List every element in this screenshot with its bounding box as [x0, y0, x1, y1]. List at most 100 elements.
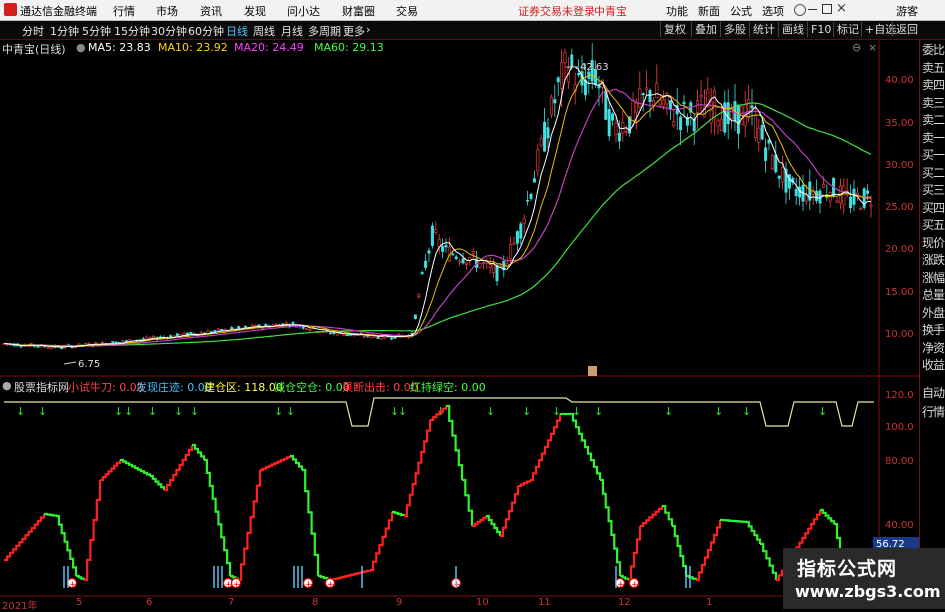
menu-discover[interactable]: 发现	[244, 3, 266, 19]
candle-body	[332, 332, 336, 334]
period-monthly[interactable]: 月线	[281, 23, 303, 39]
minimize-icon[interactable]	[808, 9, 817, 10]
period-5min[interactable]: 5分钟	[82, 23, 111, 39]
period-30min[interactable]: 30分钟	[151, 23, 187, 39]
panel-item[interactable]: 买三	[920, 182, 945, 199]
panel-item[interactable]: 卖五	[920, 60, 945, 77]
back-button[interactable]: 返回	[892, 22, 921, 37]
panel-item[interactable]: 买二	[920, 165, 945, 182]
panel-item[interactable]: 委比	[920, 42, 945, 59]
candle-body	[50, 346, 54, 349]
menu-formula[interactable]: 公式	[730, 3, 752, 19]
period-multi[interactable]: 多周期	[308, 23, 341, 39]
sell-arrow-icon: ↓	[124, 405, 133, 418]
sell-arrow-icon: ↓	[664, 405, 673, 418]
candle-body	[101, 341, 105, 344]
panel-item[interactable]: 净资	[920, 340, 945, 357]
panel-item[interactable]: 总量	[920, 287, 945, 304]
period-intraday[interactable]: 分时	[22, 23, 44, 39]
adjust-button[interactable]: 复权	[660, 22, 689, 37]
candle-body	[424, 260, 428, 268]
menu-ask[interactable]: 问小达	[287, 3, 320, 19]
panel-item[interactable]: 卖二	[920, 112, 945, 129]
menu-quotes[interactable]: 行情	[113, 3, 135, 19]
y-tick-30: 30.00	[885, 160, 914, 171]
sell-arrow-icon: ↓	[286, 405, 295, 418]
candle-body	[634, 102, 638, 113]
candle-body	[124, 340, 128, 342]
close-icon[interactable]: ×	[836, 1, 847, 16]
overlay-button[interactable]: 叠加	[691, 22, 720, 37]
candle-body	[764, 147, 768, 161]
panel-quotes[interactable]: 行情	[920, 403, 945, 422]
buy-signal-plus: +	[305, 580, 313, 590]
panel-item[interactable]: 现价	[920, 235, 945, 252]
candle-body	[549, 97, 553, 116]
panel-item[interactable]: 换手	[920, 322, 945, 339]
chevron-right-icon[interactable]: ›	[366, 23, 370, 36]
panel-item[interactable]: 买五	[920, 217, 945, 234]
candle-body	[118, 341, 122, 344]
period-15min[interactable]: 15分钟	[114, 23, 150, 39]
low-price-label: 6.75	[78, 359, 100, 370]
candle-body	[546, 127, 550, 139]
menu-wealth[interactable]: 财富圈	[342, 3, 375, 19]
period-1min[interactable]: 1分钟	[50, 23, 79, 39]
candle-body	[638, 88, 642, 108]
candle-body	[121, 340, 125, 343]
ind-y-tick-80: 80.00	[885, 456, 914, 467]
panel-item[interactable]: 卖四	[920, 77, 945, 94]
panel-item[interactable]: 买四	[920, 200, 945, 217]
candle-body	[145, 336, 149, 340]
menu-function[interactable]: 功能	[666, 3, 688, 19]
candle-body	[430, 225, 434, 246]
event-marker-icon[interactable]	[588, 366, 597, 376]
sell-arrow-icon: ↓	[148, 405, 157, 418]
panel-item[interactable]: 涨幅	[920, 270, 945, 287]
candlesticks	[2, 43, 873, 350]
oscillator-segment	[238, 470, 262, 582]
guest-label[interactable]: 游客	[896, 3, 918, 19]
panel-item[interactable]: 涨跌	[920, 252, 945, 269]
login-notice[interactable]: 证券交易未登录	[518, 3, 595, 19]
period-weekly[interactable]: 周线	[253, 23, 275, 39]
oscillator-segment	[640, 506, 664, 528]
help-icon[interactable]	[794, 4, 806, 16]
draw-line-button[interactable]: 画线	[778, 22, 807, 37]
panel-item[interactable]: 卖一	[920, 130, 945, 147]
multi-stock-button[interactable]: 多股	[720, 22, 749, 37]
menu-options[interactable]: 选项	[762, 3, 784, 19]
oscillator-segment	[446, 404, 464, 480]
stats-button[interactable]: 统计	[749, 22, 778, 37]
f10-button[interactable]: F10	[807, 22, 834, 37]
candle-body	[655, 82, 659, 99]
candle-body	[36, 346, 40, 348]
menu-news[interactable]: 资讯	[200, 3, 222, 19]
candle-body	[328, 332, 332, 335]
sell-arrow-icon: ↓	[114, 405, 123, 418]
period-more[interactable]: 更多	[343, 23, 365, 39]
menu-market[interactable]: 市场	[156, 3, 178, 19]
panel-item[interactable]: 买一	[920, 147, 945, 164]
panel-auto[interactable]: 自动	[920, 384, 945, 403]
oscillator-segment	[56, 514, 78, 576]
candle-body	[451, 253, 455, 256]
menu-trade[interactable]: 交易	[396, 3, 418, 19]
period-daily[interactable]: 日线	[226, 23, 248, 39]
candle-body	[526, 200, 530, 202]
candle-body	[641, 93, 645, 96]
panel-item[interactable]: 卖三	[920, 95, 945, 112]
panel-item[interactable]: 收益	[920, 357, 945, 374]
candle-body	[869, 204, 873, 207]
panel-item[interactable]: 外盘	[920, 305, 945, 322]
menu-new-page[interactable]: 新面	[698, 3, 720, 19]
maximize-icon[interactable]	[822, 4, 832, 14]
indicator-settings-icon[interactable]: ●	[2, 379, 12, 392]
candle-body	[532, 178, 536, 183]
x-label-6: 6	[146, 597, 153, 608]
indicator-item-4: 减仓空仓: 0.00	[274, 381, 350, 394]
period-60min[interactable]: 60分钟	[188, 23, 224, 39]
mark-button[interactable]: 标记	[833, 22, 862, 37]
candle-body	[529, 193, 533, 199]
chart-canvas[interactable]: 42.63 6.75 ↓ ↓ ↓ ↓ ↓ ↓ ↓ ↓ ↓ ↓↓ ↓ ↓ ↓ ↓ ↓ ↓ ↓ ↓ ↓ ↓ + + + + + + +…	[0, 40, 919, 609]
